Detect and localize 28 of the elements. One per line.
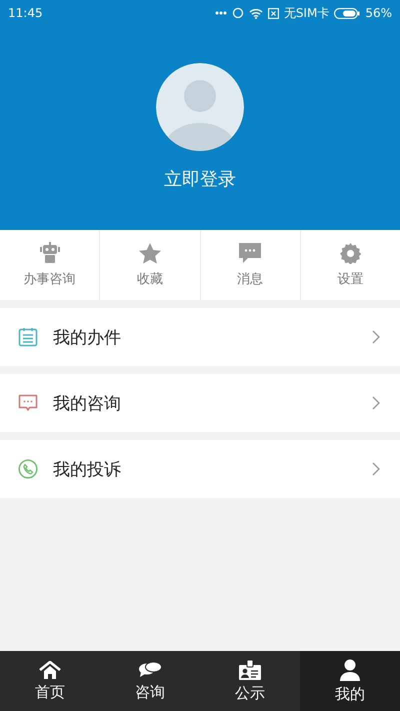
status-time: 11:45 xyxy=(8,6,43,20)
login-button[interactable]: 立即登录 xyxy=(158,163,242,195)
home-icon xyxy=(39,660,61,678)
robot-icon xyxy=(40,242,60,264)
id-card-icon xyxy=(239,660,261,680)
chevron-icon xyxy=(372,462,380,476)
battery-text: 56% xyxy=(365,6,392,20)
star-icon xyxy=(138,242,161,264)
sync-icon xyxy=(232,7,244,19)
chevron-icon xyxy=(372,396,380,410)
menu-row[interactable]: 我的投诉 xyxy=(0,440,400,498)
message-icon xyxy=(239,242,262,264)
wifi-icon xyxy=(248,8,263,18)
phone-icon xyxy=(18,459,38,479)
menu-row[interactable]: 我的咨询 xyxy=(0,374,400,432)
no-sim-icon xyxy=(268,8,279,18)
chevron-icon xyxy=(372,330,380,344)
carrier-text: 无SIM卡 xyxy=(284,4,330,22)
notepad-icon xyxy=(18,327,38,347)
battery-icon xyxy=(334,8,360,18)
tab[interactable]: 我的 xyxy=(300,651,400,711)
person-icon xyxy=(339,658,361,680)
chat-icon xyxy=(18,394,38,412)
menu-row[interactable]: 我的办件 xyxy=(0,308,400,366)
avatar-icon[interactable] xyxy=(156,63,244,151)
chat-bubbles-icon xyxy=(138,660,162,678)
more-icon xyxy=(214,11,227,15)
settings-icon xyxy=(340,242,361,264)
